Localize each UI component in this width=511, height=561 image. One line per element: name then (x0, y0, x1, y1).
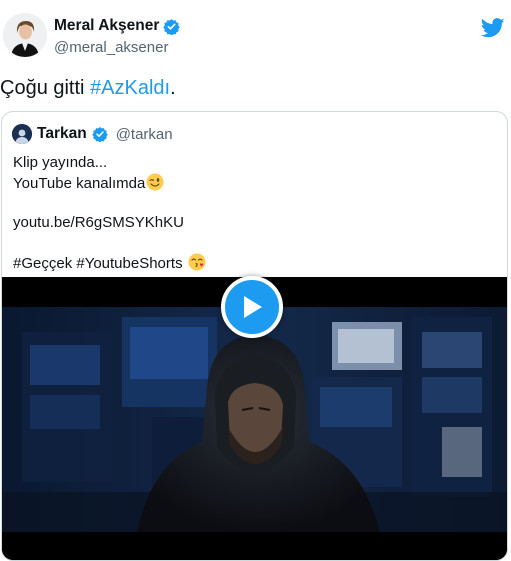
quoted-hashtags[interactable]: #Geççek #YoutubeShorts (13, 255, 183, 272)
play-icon (244, 296, 262, 318)
quoted-tweet-header: Tarkan @tarkan (12, 123, 173, 145)
hashtag-link[interactable]: #AzKaldı (90, 77, 170, 99)
author-name[interactable]: Meral Akşener (54, 17, 159, 35)
quoted-author-name[interactable]: Tarkan (37, 125, 87, 143)
embedded-tweet: Meral Akşener @meral_aksener Çoğu gitti … (0, 0, 511, 561)
verified-badge-icon (163, 18, 181, 35)
quoted-text-line: Klip yayında... (13, 154, 108, 171)
verified-badge-icon (91, 127, 108, 142)
face-blowing-kiss-emoji (188, 253, 206, 271)
person-avatar-icon (12, 124, 32, 144)
author-handle[interactable]: @meral_aksener (54, 39, 180, 56)
quoted-text-line-with-emoji: #Geççek #YoutubeShorts (13, 253, 206, 273)
quoted-author-avatar[interactable] (12, 124, 32, 144)
winking-face-emoji (146, 173, 164, 191)
author-name-row: Meral Akşener (54, 16, 181, 36)
tweet-text-prefix: Çoğu gitti (0, 77, 91, 99)
author-info: Meral Akşener @meral_aksener (54, 16, 181, 56)
quoted-author-handle[interactable]: @tarkan (116, 126, 173, 143)
twitter-bird-icon[interactable] (481, 17, 505, 39)
quoted-link[interactable]: youtu.be/R6gSMSYKhKU (13, 213, 206, 233)
play-button[interactable] (221, 276, 283, 338)
quoted-text-blank-line (13, 193, 206, 213)
quoted-text-blank-line (13, 233, 206, 253)
quoted-text-line-with-emoji: YouTube kanalımda (13, 173, 206, 193)
tweet-text: Çoğu gitti #AzKaldı. (0, 76, 176, 100)
quoted-tweet-text: Klip yayında... YouTube kanalımda youtu.… (13, 153, 206, 273)
author-avatar[interactable] (3, 13, 47, 57)
person-avatar-icon (3, 13, 47, 57)
tweet-text-suffix: . (170, 77, 176, 99)
quoted-text-line: YouTube kanalımda (13, 175, 146, 192)
